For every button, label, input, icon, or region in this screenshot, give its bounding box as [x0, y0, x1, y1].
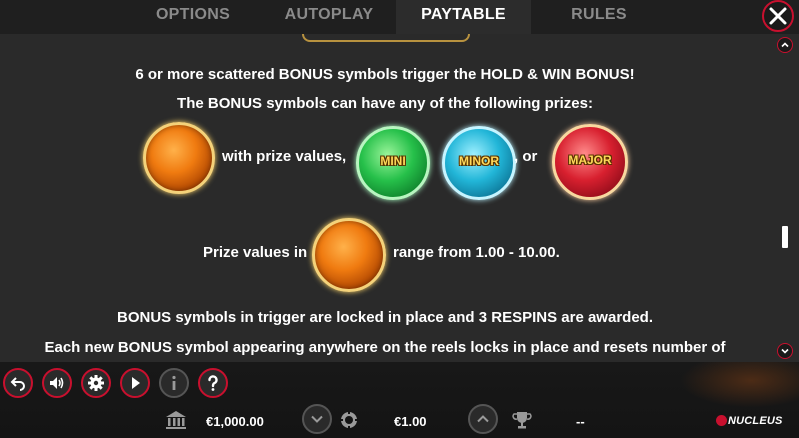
paytable-content: SPINS REMAINING 6 or more scattered BONU…: [0, 34, 770, 362]
info-icon: [172, 375, 176, 390]
major-jackpot-orb: MAJOR: [552, 124, 628, 200]
bet-value: €1.00: [394, 414, 427, 429]
prize-values-in-text: Prize values in: [203, 244, 308, 261]
bonus-orb-orange: [143, 122, 215, 194]
chevron-down-icon: [311, 415, 323, 423]
chevron-down-icon: [781, 348, 789, 354]
back-button[interactable]: [3, 368, 33, 398]
trophy-icon: [512, 412, 532, 429]
bet-chip-icon: [340, 411, 358, 429]
or-text: , or: [514, 148, 538, 165]
gear-icon: [88, 375, 104, 391]
bet-increase-button[interactable]: [468, 404, 498, 434]
close-button[interactable]: [762, 0, 794, 32]
bottom-control-bar: €1,000.00 €1.00 -- NUCLEUS: [0, 362, 799, 438]
mini-label: MINI: [380, 154, 406, 168]
speaker-icon: [50, 377, 64, 389]
play-icon: [132, 377, 140, 389]
back-arrow-icon: [10, 377, 25, 391]
bonus-orb-orange-2: [312, 218, 386, 292]
brand-logo: NUCLEUS: [728, 415, 783, 427]
minor-jackpot-orb: MINOR: [442, 126, 516, 200]
scroll-down-button[interactable]: [777, 343, 793, 359]
chevron-up-icon: [477, 415, 489, 423]
win-value: --: [576, 414, 585, 429]
with-prize-values-text: with prize values,: [222, 148, 347, 165]
prize-range-text: range from 1.00 - 10.00.: [393, 244, 560, 261]
help-button[interactable]: [198, 368, 228, 398]
nucleus-logo-icon: [716, 415, 727, 426]
new-bonus-symbol-text: Each new BONUS symbol appearing anywhere…: [44, 339, 726, 356]
close-icon: [769, 7, 787, 25]
minor-label: MINOR: [459, 154, 499, 168]
sound-button[interactable]: [42, 368, 72, 398]
settings-button[interactable]: [81, 368, 111, 398]
bank-icon: [166, 411, 186, 429]
chevron-up-icon: [781, 42, 789, 48]
balance-value: €1,000.00: [206, 414, 264, 429]
play-button[interactable]: [120, 368, 150, 398]
tab-rules[interactable]: RULES: [560, 0, 638, 34]
question-icon: [208, 375, 218, 391]
spins-remaining-banner: SPINS REMAINING: [302, 34, 470, 42]
top-tab-bar: OPTIONS AUTOPLAY PAYTABLE RULES: [0, 0, 799, 34]
bonus-trigger-text: 6 or more scattered BONUS symbols trigge…: [135, 66, 635, 83]
mini-jackpot-orb: MINI: [356, 126, 430, 200]
info-button[interactable]: [159, 368, 189, 398]
bonus-prizes-text: The BONUS symbols can have any of the fo…: [177, 95, 593, 112]
scrollbar-thumb[interactable]: [782, 226, 788, 248]
tab-paytable[interactable]: PAYTABLE: [396, 0, 531, 34]
scroll-up-button[interactable]: [777, 37, 793, 53]
bet-decrease-button[interactable]: [302, 404, 332, 434]
tab-autoplay[interactable]: AUTOPLAY: [278, 0, 380, 34]
respins-awarded-text: BONUS symbols in trigger are locked in p…: [116, 309, 653, 326]
background-glow: [680, 362, 799, 408]
tab-options[interactable]: OPTIONS: [150, 0, 236, 34]
major-label: MAJOR: [568, 153, 612, 167]
